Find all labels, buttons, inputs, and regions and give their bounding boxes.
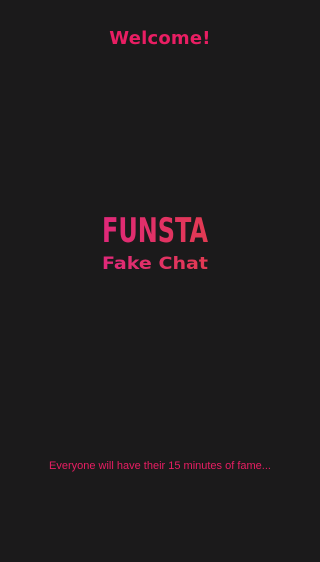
- splash-screen: Welcome! FUNSTA Fake Chat Everyone will …: [0, 0, 320, 562]
- welcome-title: Welcome!: [109, 28, 211, 49]
- logo-brand-text: FUNSTA: [102, 211, 208, 251]
- app-logo: FUNSTA Fake Chat: [102, 211, 208, 274]
- tagline-text: Everyone will have their 15 minutes of f…: [49, 460, 271, 472]
- logo-subtitle-text: Fake Chat: [102, 254, 208, 274]
